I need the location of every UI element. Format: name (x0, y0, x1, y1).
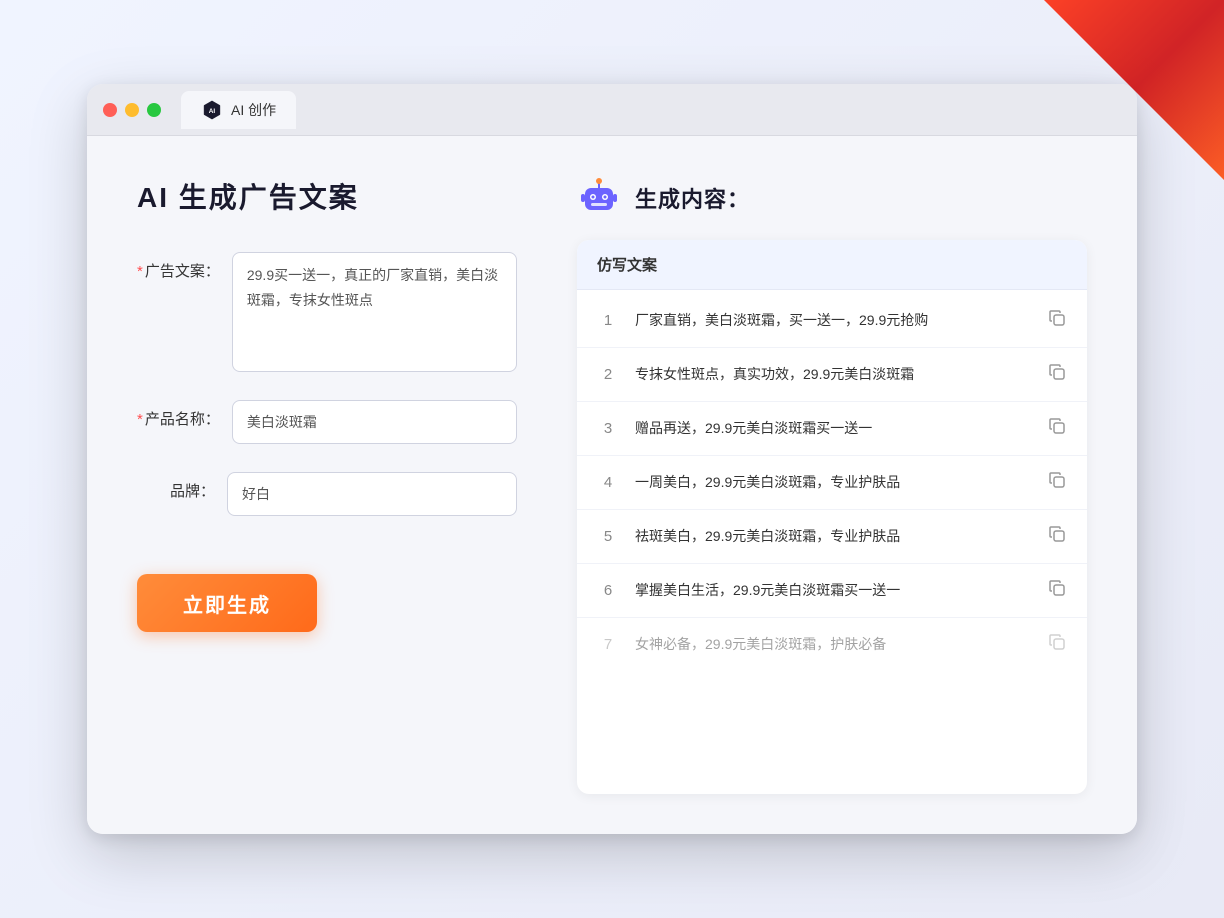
item-number: 7 (597, 636, 619, 653)
copy-icon[interactable] (1047, 416, 1067, 441)
item-text: 女神必备，29.9元美白淡斑霜，护肤必备 (635, 634, 1031, 655)
title-bar: AI AI 创作 (87, 84, 1137, 136)
column-header: 仿写文案 (597, 257, 657, 274)
result-header: 生成内容： (577, 176, 1087, 220)
brand-group: 品牌： (137, 472, 517, 516)
item-text: 一周美白，29.9元美白淡斑霜，专业护肤品 (635, 472, 1031, 493)
copy-icon[interactable] (1047, 524, 1067, 549)
browser-window: AI AI 创作 AI 生成广告文案 *广告文案： *产品名称： (87, 84, 1137, 834)
copy-icon[interactable] (1047, 470, 1067, 495)
brand-label: 品牌： (137, 472, 227, 512)
result-column-header-row: 仿写文案 (577, 240, 1087, 290)
svg-text:AI: AI (209, 108, 216, 115)
result-title: 生成内容： (635, 182, 750, 214)
result-item: 1 厂家直销，美白淡斑霜，买一送一，29.9元抢购 (577, 294, 1087, 348)
product-name-input[interactable] (232, 400, 517, 444)
close-button[interactable] (103, 103, 117, 117)
window-controls (103, 103, 161, 117)
item-text: 厂家直销，美白淡斑霜，买一送一，29.9元抢购 (635, 310, 1031, 331)
maximize-button[interactable] (147, 103, 161, 117)
required-star-1: * (137, 263, 143, 280)
item-text: 专抹女性斑点，真实功效，29.9元美白淡斑霜 (635, 364, 1031, 385)
item-number: 2 (597, 366, 619, 383)
copy-icon[interactable] (1047, 362, 1067, 387)
product-name-label: *产品名称： (137, 400, 232, 440)
copy-icon[interactable] (1047, 632, 1067, 657)
right-panel: 生成内容： 仿写文案 1 厂家直销，美白淡斑霜，买一送一，29.9元抢购 2 专抹女… (577, 176, 1087, 794)
ad-copy-input[interactable] (232, 252, 517, 372)
ai-tab[interactable]: AI AI 创作 (181, 91, 296, 129)
result-item: 6 掌握美白生活，29.9元美白淡斑霜买一送一 (577, 564, 1087, 618)
result-item: 3 赠品再送，29.9元美白淡斑霜买一送一 (577, 402, 1087, 456)
ai-tab-icon: AI (201, 99, 223, 121)
result-item: 5 祛斑美白，29.9元美白淡斑霜，专业护肤品 (577, 510, 1087, 564)
item-text: 祛斑美白，29.9元美白淡斑霜，专业护肤品 (635, 526, 1031, 547)
result-item: 7 女神必备，29.9元美白淡斑霜，护肤必备 (577, 618, 1087, 671)
item-text: 赠品再送，29.9元美白淡斑霜买一送一 (635, 418, 1031, 439)
copy-icon[interactable] (1047, 578, 1067, 603)
item-number: 3 (597, 420, 619, 437)
copy-icon[interactable] (1047, 308, 1067, 333)
product-name-group: *产品名称： (137, 400, 517, 444)
result-list: 1 厂家直销，美白淡斑霜，买一送一，29.9元抢购 2 专抹女性斑点，真实功效，29… (577, 290, 1087, 675)
ad-copy-label: *广告文案： (137, 252, 232, 292)
item-number: 6 (597, 582, 619, 599)
tab-label: AI 创作 (231, 100, 276, 120)
page-title: AI 生成广告文案 (137, 176, 517, 216)
item-text: 掌握美白生活，29.9元美白淡斑霜买一送一 (635, 580, 1031, 601)
item-number: 4 (597, 474, 619, 491)
required-star-2: * (137, 411, 143, 428)
brand-input[interactable] (227, 472, 517, 516)
left-panel: AI 生成广告文案 *广告文案： *产品名称： 品牌： 立 (137, 176, 517, 794)
result-container: 仿写文案 1 厂家直销，美白淡斑霜，买一送一，29.9元抢购 2 专抹女性斑点，真实… (577, 240, 1087, 794)
result-item: 4 一周美白，29.9元美白淡斑霜，专业护肤品 (577, 456, 1087, 510)
generate-button[interactable]: 立即生成 (137, 574, 317, 632)
result-item: 2 专抹女性斑点，真实功效，29.9元美白淡斑霜 (577, 348, 1087, 402)
ad-copy-group: *广告文案： (137, 252, 517, 372)
minimize-button[interactable] (125, 103, 139, 117)
item-number: 1 (597, 312, 619, 329)
item-number: 5 (597, 528, 619, 545)
robot-icon (577, 176, 621, 220)
main-content: AI 生成广告文案 *广告文案： *产品名称： 品牌： 立 (87, 136, 1137, 834)
